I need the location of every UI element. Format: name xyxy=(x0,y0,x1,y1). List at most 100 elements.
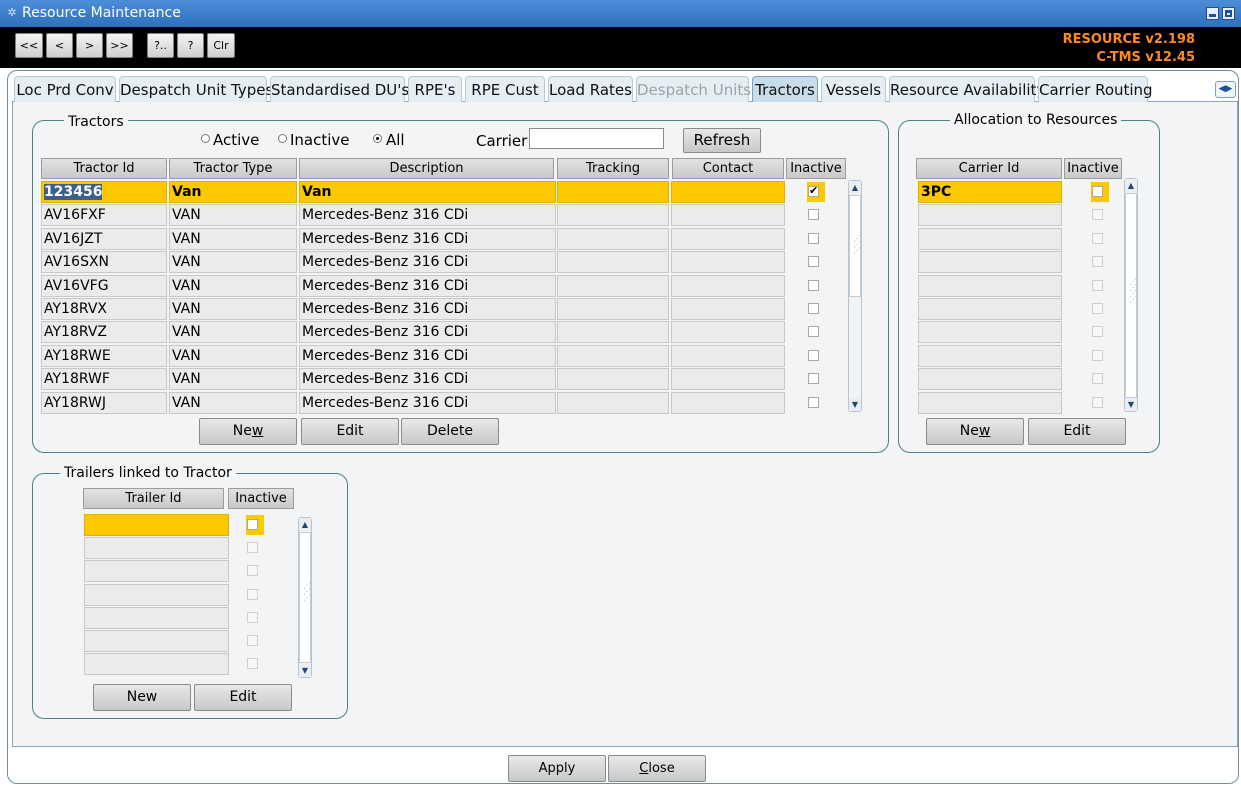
allocation-inactive-checkbox[interactable] xyxy=(1092,396,1103,408)
trailer-id-cell[interactable] xyxy=(84,583,229,606)
carrier-id-cell[interactable] xyxy=(918,368,1062,391)
help-button[interactable]: ? xyxy=(177,33,204,58)
description-cell[interactable]: Mercedes-Benz 316 CDi xyxy=(299,344,556,367)
inactive-checkbox[interactable] xyxy=(808,396,819,408)
tractor-type-cell[interactable]: VAN xyxy=(169,274,297,297)
trailer-inactive-checkbox[interactable] xyxy=(247,519,258,530)
contact-cell[interactable] xyxy=(671,344,785,367)
tractor-id-cell[interactable]: AV16FXF xyxy=(41,204,167,227)
last-record-button[interactable]: >> xyxy=(106,33,133,58)
tab-tractors[interactable]: Tractors xyxy=(752,76,818,102)
allocation-new-button[interactable]: New xyxy=(926,418,1024,445)
carrier-input[interactable] xyxy=(529,128,664,149)
tracking-cell[interactable] xyxy=(557,344,669,367)
trailer-id-cell[interactable] xyxy=(84,514,229,536)
description-cell[interactable]: Mercedes-Benz 316 CDi xyxy=(299,321,556,344)
col-contact[interactable]: Contact xyxy=(672,158,784,179)
col-inactive[interactable]: Inactive xyxy=(786,158,846,179)
tracking-cell[interactable] xyxy=(557,391,669,414)
trailer-id-cell[interactable] xyxy=(84,606,229,629)
scroll-down-icon[interactable]: ▼ xyxy=(849,398,861,411)
close-button[interactable]: Close xyxy=(608,755,706,782)
tractor-id-cell[interactable]: 123456 xyxy=(41,181,167,203)
trailer-inactive-checkbox[interactable] xyxy=(247,658,258,670)
tab-despatch-unit-types[interactable]: Despatch Unit Types xyxy=(119,76,273,102)
inactive-checkbox[interactable] xyxy=(808,232,819,244)
allocation-edit-button[interactable]: Edit xyxy=(1028,418,1126,445)
col-tractor-id[interactable]: Tractor Id xyxy=(41,158,167,179)
trailer-inactive-checkbox[interactable] xyxy=(247,635,258,646)
col-tractor-type[interactable]: Tractor Type xyxy=(169,158,297,179)
allocation-inactive-checkbox[interactable] xyxy=(1092,326,1103,338)
tractor-type-cell[interactable]: VAN xyxy=(169,204,297,227)
tractor-type-cell[interactable]: VAN xyxy=(169,368,297,391)
tractors-scrollbar[interactable]: ▲ ⋰ ⋰ ⋰ ▼ xyxy=(848,180,862,412)
scroll-up-icon[interactable]: ▲ xyxy=(299,518,311,531)
inactive-checkbox[interactable] xyxy=(808,326,819,338)
contact-cell[interactable] xyxy=(671,274,785,297)
tracking-cell[interactable] xyxy=(557,204,669,227)
contact-cell[interactable] xyxy=(671,181,785,203)
carrier-id-cell[interactable] xyxy=(918,227,1062,250)
tracking-cell[interactable] xyxy=(557,298,669,320)
contact-cell[interactable] xyxy=(671,251,785,274)
allocation-inactive-checkbox[interactable] xyxy=(1092,279,1103,291)
description-cell[interactable]: Van xyxy=(299,181,556,203)
query-help-button[interactable]: ?.. xyxy=(147,33,174,58)
col-carrier-id[interactable]: Carrier Id xyxy=(916,158,1062,179)
contact-cell[interactable] xyxy=(671,204,785,227)
trailer-inactive-checkbox[interactable] xyxy=(247,565,258,577)
contact-cell[interactable] xyxy=(671,391,785,414)
inactive-checkbox[interactable] xyxy=(808,373,819,385)
previous-record-button[interactable]: < xyxy=(46,33,73,58)
tractor-id-cell[interactable]: AV16JZT xyxy=(41,227,167,250)
description-cell[interactable]: Mercedes-Benz 316 CDi xyxy=(299,368,556,391)
tractor-edit-button[interactable]: Edit xyxy=(301,418,399,445)
tab-scroll-icon[interactable]: ◀▶ xyxy=(1215,81,1236,98)
allocation-inactive-checkbox[interactable] xyxy=(1092,209,1103,221)
scroll-thumb[interactable]: ⋰ ⋰ ⋰ ⋰ xyxy=(1125,193,1137,398)
tab-rpes[interactable]: RPE's xyxy=(408,76,462,102)
description-cell[interactable]: Mercedes-Benz 316 CDi xyxy=(299,251,556,274)
tab-standardised-dus[interactable]: Standardised DU's xyxy=(270,76,409,102)
tab-load-rates[interactable]: Load Rates xyxy=(548,76,633,102)
allocation-inactive-checkbox[interactable] xyxy=(1092,373,1103,385)
trailer-id-cell[interactable] xyxy=(84,630,229,652)
contact-cell[interactable] xyxy=(671,368,785,391)
tractor-id-cell[interactable]: AY18RVZ xyxy=(41,321,167,344)
tractor-type-cell[interactable]: VAN xyxy=(169,344,297,367)
trailer-new-button[interactable]: New xyxy=(93,684,191,711)
tractor-id-cell[interactable]: AY18RWE xyxy=(41,344,167,367)
trailer-edit-button[interactable]: Edit xyxy=(194,684,292,711)
tractor-type-cell[interactable]: VAN xyxy=(169,251,297,274)
description-cell[interactable]: Mercedes-Benz 316 CDi xyxy=(299,227,556,250)
tractor-type-cell[interactable]: VAN xyxy=(169,321,297,344)
scroll-thumb[interactable]: ⋰ ⋰ ⋰ xyxy=(299,532,311,663)
description-cell[interactable]: Mercedes-Benz 316 CDi xyxy=(299,274,556,297)
tracking-cell[interactable] xyxy=(557,181,669,203)
tracking-cell[interactable] xyxy=(557,274,669,297)
scroll-up-icon[interactable]: ▲ xyxy=(849,181,861,194)
tracking-cell[interactable] xyxy=(557,227,669,250)
trailers-scrollbar[interactable]: ▲ ⋰ ⋰ ⋰ ▼ xyxy=(298,517,312,678)
tractor-id-cell[interactable]: AV16VFG xyxy=(41,274,167,297)
carrier-id-cell[interactable] xyxy=(918,391,1062,414)
inactive-checkbox[interactable] xyxy=(808,349,819,361)
carrier-id-cell[interactable] xyxy=(918,321,1062,344)
tractor-id-cell[interactable]: AY18RWF xyxy=(41,368,167,391)
tracking-cell[interactable] xyxy=(557,251,669,274)
trailer-id-cell[interactable] xyxy=(84,537,229,560)
tractor-id-cell[interactable]: AV16SXN xyxy=(41,251,167,274)
trailer-inactive-checkbox[interactable] xyxy=(247,588,258,600)
scroll-thumb[interactable]: ⋰ ⋰ ⋰ xyxy=(849,195,861,297)
col-allocation-inactive[interactable]: Inactive xyxy=(1064,158,1122,179)
carrier-id-cell[interactable] xyxy=(918,274,1062,297)
minimize-icon[interactable] xyxy=(1206,7,1219,20)
description-cell[interactable]: Mercedes-Benz 316 CDi xyxy=(299,391,556,414)
tractor-type-cell[interactable]: VAN xyxy=(169,298,297,320)
trailer-inactive-checkbox[interactable] xyxy=(247,542,258,554)
scroll-down-icon[interactable]: ▼ xyxy=(1125,398,1137,411)
carrier-id-cell[interactable] xyxy=(918,298,1062,320)
tractor-type-cell[interactable]: VAN xyxy=(169,391,297,414)
scroll-up-icon[interactable]: ▲ xyxy=(1125,179,1137,192)
